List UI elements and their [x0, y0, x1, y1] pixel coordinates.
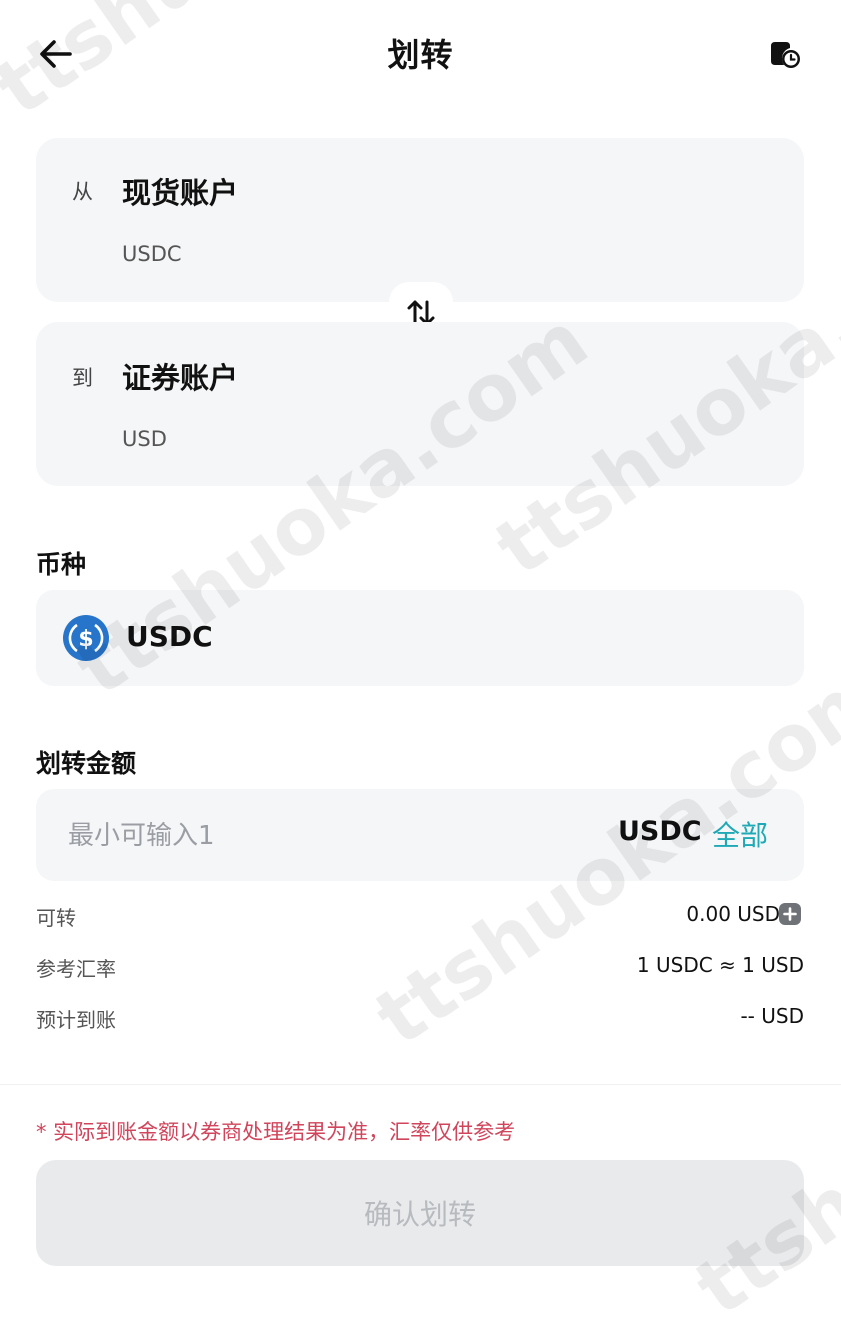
rate-value: 1 USDC ≈ 1 USD — [636, 953, 804, 977]
estimated-label: 预计到账 — [36, 1008, 116, 1032]
to-label: 到 — [72, 366, 93, 390]
amount-section-label: 划转金额 — [36, 749, 137, 778]
history-clock-icon — [771, 42, 800, 68]
page-title: 划转 — [387, 36, 454, 74]
amount-unit: USDC — [618, 816, 702, 847]
divider — [0, 1084, 841, 1085]
plus-icon[interactable] — [779, 903, 801, 925]
amount-input[interactable] — [66, 806, 530, 866]
notice-text: * 实际到账金额以券商处理结果为准，汇率仅供参考 — [36, 1120, 516, 1144]
from-account-name: 现货账户 — [122, 176, 239, 210]
coin-section-label: 币种 — [36, 550, 87, 579]
available-value: 0.00 USDC — [686, 902, 794, 926]
usdc-coin-icon: $ — [63, 615, 109, 661]
to-account-name: 证券账户 — [122, 361, 239, 395]
to-account-card[interactable] — [36, 322, 804, 486]
svg-text:$: $ — [78, 627, 93, 652]
rate-label: 参考汇率 — [36, 957, 116, 981]
available-label: 可转 — [36, 906, 76, 930]
watermark: ttshuoka.com — [680, 915, 841, 1334]
from-label: 从 — [72, 180, 93, 204]
to-account-currency: USD — [122, 427, 167, 451]
all-amount-button[interactable]: 全部 — [712, 814, 768, 854]
from-account-card[interactable] — [36, 138, 804, 302]
estimated-value: -- USD — [740, 1004, 804, 1028]
confirm-transfer-button[interactable]: 确认划转 — [36, 1160, 804, 1266]
history-button[interactable] — [762, 32, 806, 76]
from-account-currency: USDC — [122, 242, 182, 266]
selected-coin-name: USDC — [126, 620, 213, 653]
